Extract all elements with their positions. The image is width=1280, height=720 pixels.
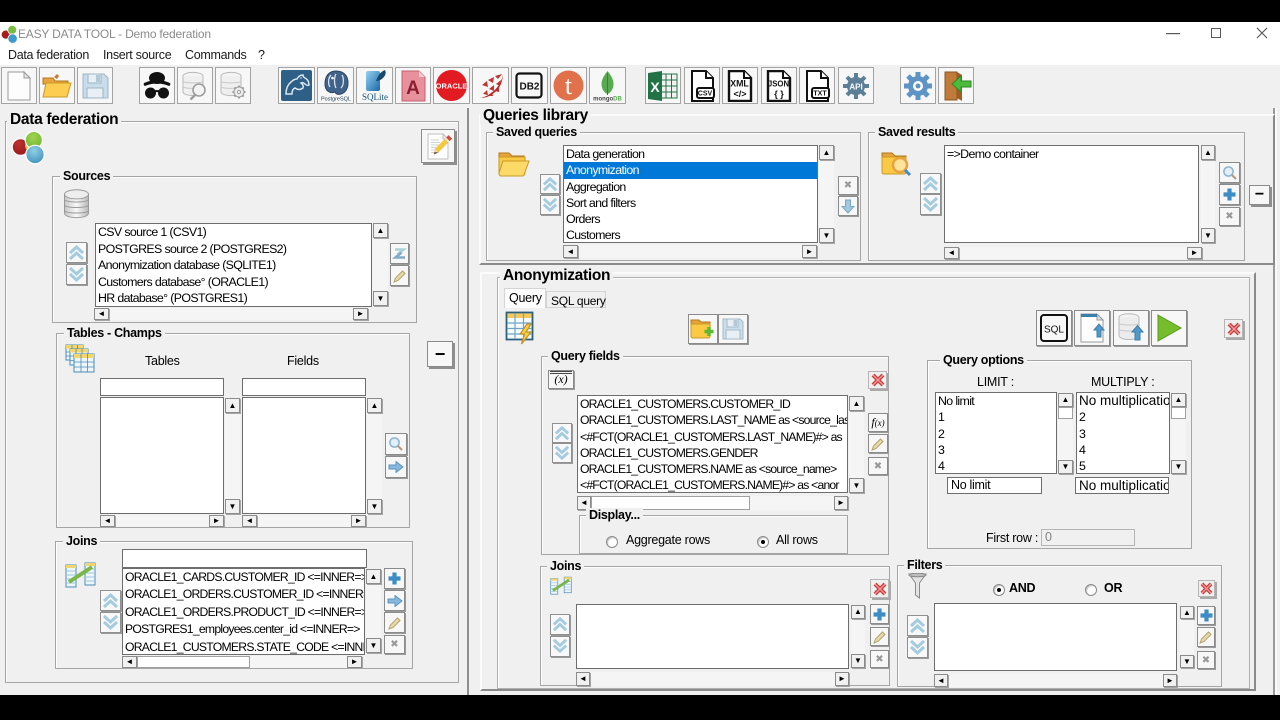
svg-text:t: t — [565, 71, 573, 100]
svg-text:PostgreSQL: PostgreSQL — [321, 97, 351, 103]
svg-text:SQL: SQL — [1044, 325, 1064, 336]
svg-text:DB2: DB2 — [519, 82, 539, 93]
svg-text:SQLite: SQLite — [362, 92, 388, 102]
svg-text:</>: </> — [733, 89, 746, 99]
svg-text:A: A — [406, 78, 420, 99]
svg-text:XML: XML — [730, 78, 749, 88]
svg-text:X: X — [650, 79, 660, 95]
svg-text:CSV: CSV — [698, 90, 713, 97]
svg-text:JSON: JSON — [768, 79, 790, 88]
svg-text:TXT: TXT — [813, 90, 827, 97]
svg-text:API: API — [849, 82, 862, 91]
svg-text:mongoDB: mongoDB — [593, 97, 622, 103]
svg-text:ORACLE: ORACLE — [436, 82, 468, 91]
svg-text:{ }: { } — [774, 89, 784, 99]
